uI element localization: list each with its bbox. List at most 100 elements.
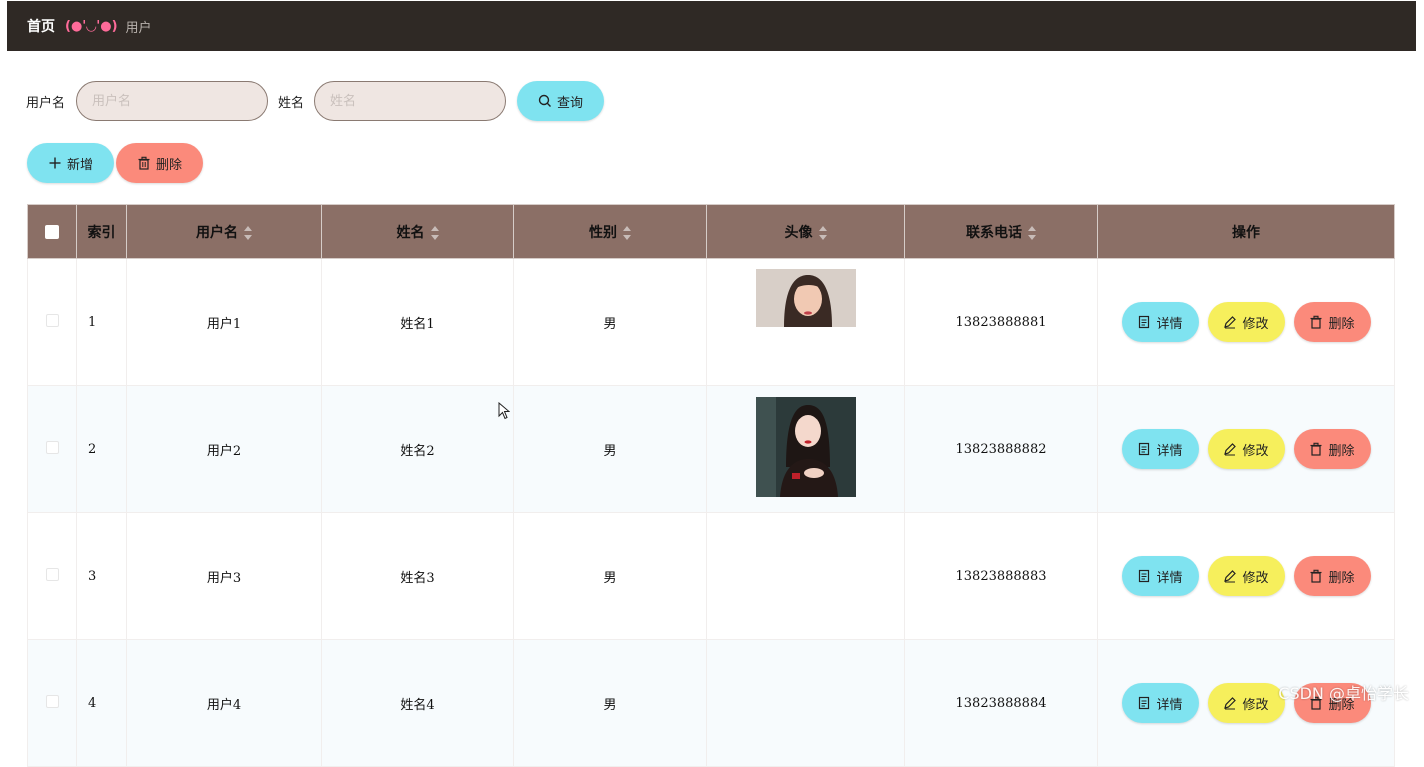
trash-icon [1309,315,1323,329]
row-select-cell [28,386,77,513]
detail-label: 详情 [1156,567,1182,586]
row-delete-label: 删除 [1328,440,1354,459]
users-table: 索引 用户名 姓名 性别 头像 联系电话 操作 1 用户1 姓名1 男 [27,204,1395,767]
sort-icon[interactable] [819,226,827,240]
detail-label: 详情 [1156,694,1182,713]
header-phone[interactable]: 联系电话 [905,205,1098,259]
sort-icon[interactable] [431,226,439,240]
row-select-cell [28,640,77,767]
row-phone: 13823888883 [905,513,1098,640]
header-username-label: 用户名 [196,225,238,241]
delete-label: 删除 [156,154,182,173]
trash-icon [1309,442,1323,456]
row-avatar-cell [707,640,905,767]
select-all-cell [28,205,77,259]
row-select-cell [28,513,77,640]
trash-icon [1309,569,1323,583]
name-input[interactable] [314,81,506,121]
row-name: 姓名3 [322,513,514,640]
username-label: 用户名 [26,92,65,111]
row-phone: 13823888882 [905,386,1098,513]
row-index: 2 [77,386,127,513]
top-breadcrumb-bar: 首页 (●'◡'●) 用户 [7,1,1416,51]
batch-delete-button[interactable]: 删除 [116,143,203,183]
avatar-image[interactable] [756,269,856,327]
header-gender[interactable]: 性别 [514,205,707,259]
edit-label: 修改 [1242,313,1268,332]
header-ops: 操作 [1098,205,1395,259]
plus-icon [48,156,62,170]
row-username: 用户3 [127,513,322,640]
row-avatar-cell [707,386,905,513]
header-avatar[interactable]: 头像 [707,205,905,259]
query-button[interactable]: 查询 [517,81,604,121]
add-button[interactable]: 新增 [27,143,114,183]
table-row: 2 用户2 姓名2 男 138238 [28,386,1395,513]
row-phone: 13823888884 [905,640,1098,767]
edit-label: 修改 [1242,694,1268,713]
search-icon [538,94,552,108]
mouse-cursor-icon [498,402,510,424]
row-checkbox[interactable] [46,441,59,454]
sort-icon[interactable] [623,226,631,240]
header-username[interactable]: 用户名 [127,205,322,259]
detail-label: 详情 [1156,440,1182,459]
edit-button[interactable]: 修改 [1208,429,1285,469]
row-checkbox[interactable] [46,314,59,327]
select-all-checkbox[interactable] [45,225,59,239]
table-row: 1 用户1 姓名1 男 13823888881 [28,259,1395,386]
detail-button[interactable]: 详情 [1122,429,1199,469]
breadcrumb-home[interactable]: 首页 [27,16,55,36]
row-delete-button[interactable]: 删除 [1294,302,1371,342]
row-ops-cell: 详情 修改 删除 [1098,386,1395,513]
row-select-cell [28,259,77,386]
sort-icon[interactable] [244,226,252,240]
pencil-icon [1223,442,1237,456]
query-label: 查询 [557,92,583,111]
pencil-icon [1223,315,1237,329]
document-icon [1137,442,1151,456]
row-delete-label: 删除 [1328,567,1354,586]
username-input[interactable] [76,81,268,121]
trash-icon [137,156,151,170]
row-username: 用户1 [127,259,322,386]
name-label: 姓名 [278,92,304,111]
edit-label: 修改 [1242,567,1268,586]
document-icon [1137,569,1151,583]
edit-button[interactable]: 修改 [1208,302,1285,342]
sort-icon[interactable] [1028,226,1036,240]
detail-label: 详情 [1156,313,1182,332]
document-icon [1137,696,1151,710]
toolbar: 新增 删除 [27,143,203,183]
edit-button[interactable]: 修改 [1208,556,1285,596]
table-row: 4 用户4 姓名4 男 13823888884 详情 修改 删除 [28,640,1395,767]
row-username: 用户4 [127,640,322,767]
row-delete-button[interactable]: 删除 [1294,556,1371,596]
detail-button[interactable]: 详情 [1122,683,1199,723]
edit-label: 修改 [1242,440,1268,459]
breadcrumb-current: 用户 [126,17,152,36]
detail-button[interactable]: 详情 [1122,302,1199,342]
row-ops-cell: 详情 修改 删除 [1098,259,1395,386]
row-phone: 13823888881 [905,259,1098,386]
edit-button[interactable]: 修改 [1208,683,1285,723]
detail-button[interactable]: 详情 [1122,556,1199,596]
table-header-row: 索引 用户名 姓名 性别 头像 联系电话 操作 [28,205,1395,259]
row-actions: 详情 修改 删除 [1098,556,1394,596]
row-checkbox[interactable] [46,568,59,581]
row-gender: 男 [514,259,707,386]
search-form: 用户名 姓名 查询 [26,81,604,121]
row-delete-button[interactable]: 删除 [1294,429,1371,469]
pencil-icon [1223,569,1237,583]
row-actions: 详情 修改 删除 [1098,429,1394,469]
avatar-image[interactable] [756,397,856,497]
row-checkbox[interactable] [46,695,59,708]
header-name[interactable]: 姓名 [322,205,514,259]
row-avatar-cell [707,259,905,386]
watermark: CSDN @卓怡学长 [1278,680,1409,704]
row-index: 1 [77,259,127,386]
row-username: 用户2 [127,386,322,513]
table-row: 3 用户3 姓名3 男 13823888883 详情 修改 删除 [28,513,1395,640]
row-gender: 男 [514,513,707,640]
pencil-icon [1223,696,1237,710]
